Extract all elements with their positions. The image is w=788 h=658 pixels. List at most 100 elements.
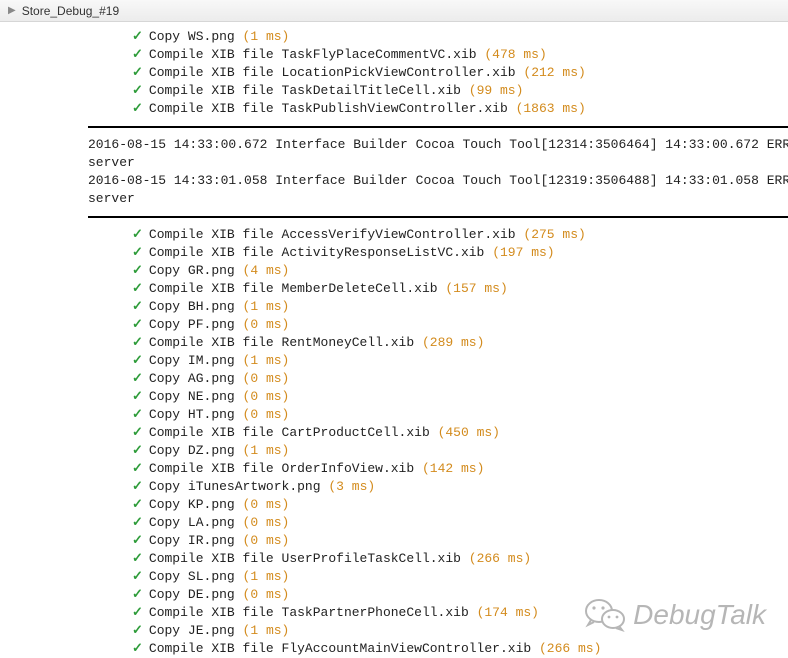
log-row: ✓ Copy GR.png (4 ms)	[0, 262, 788, 280]
check-icon: ✓	[132, 245, 143, 260]
log-row: ✓Copy LA.png (0 ms)	[0, 514, 788, 532]
log-row: ✓ Copy PF.png (0 ms)	[0, 316, 788, 334]
check-icon: ✓	[132, 623, 143, 638]
check-icon: ✓	[132, 371, 143, 386]
log-time: (1 ms)	[243, 623, 290, 638]
check-icon: ✓	[132, 335, 143, 350]
error-line: server	[88, 190, 788, 208]
log-label: Copy WS.png	[149, 29, 235, 44]
log-time: (4 ms)	[243, 263, 290, 278]
log-section-1: ✓Copy WS.png (1 ms) ✓Compile XIB file Ta…	[0, 28, 788, 118]
log-time: (289 ms)	[422, 335, 484, 350]
log-time: (99 ms)	[469, 83, 524, 98]
log-row: ✓ Compile XIB file LocationPickViewContro…	[0, 64, 788, 82]
log-label: Compile XIB file ActivityResponseListVC.…	[149, 245, 484, 260]
log-time: (1 ms)	[243, 299, 290, 314]
log-row: ✓Copy HT.png (0 ms)	[0, 406, 788, 424]
check-icon: ✓	[132, 479, 143, 494]
watermark-text: DebugTalk	[633, 599, 766, 631]
log-time: (0 ms)	[243, 533, 290, 548]
log-label: Copy IM.png	[149, 353, 235, 368]
log-time: (0 ms)	[243, 587, 290, 602]
log-time: (142 ms)	[422, 461, 484, 476]
log-row: ✓Copy AG.png (0 ms)	[0, 370, 788, 388]
log-row: ✓ Compile XIB file RentMoneyCell.xib (289…	[0, 334, 788, 352]
check-icon: ✓	[132, 317, 143, 332]
log-row: ✓Compile XIB file CartProductCell.xib (4…	[0, 424, 788, 442]
check-icon: ✓	[132, 83, 143, 98]
log-label: Copy PF.png	[149, 317, 235, 332]
check-icon: ✓	[132, 47, 143, 62]
check-icon: ✓	[132, 551, 143, 566]
error-line: 2016-08-15 14:33:00.672 Interface Builde…	[88, 136, 788, 154]
log-row: ✓ Compile XIB file ActivityResponseListVC…	[0, 244, 788, 262]
log-time: (266 ms)	[469, 551, 531, 566]
check-icon: ✓	[132, 281, 143, 296]
watermark: DebugTalk	[585, 598, 766, 632]
log-row: ✓Compile XIB file UserProfileTaskCell.xi…	[0, 550, 788, 568]
log-label: Compile XIB file FlyAccountMainViewContr…	[149, 641, 531, 656]
check-icon: ✓	[132, 389, 143, 404]
log-time: (275 ms)	[523, 227, 585, 242]
check-icon: ✓	[132, 497, 143, 512]
log-time: (0 ms)	[243, 515, 290, 530]
log-section-2: ✓ Compile XIB file AccessVerifyViewContro…	[0, 226, 788, 658]
log-time: (0 ms)	[243, 317, 290, 332]
log-time: (1 ms)	[243, 29, 290, 44]
log-label: Compile XIB file AccessVerifyViewControl…	[149, 227, 516, 242]
error-block: 2016-08-15 14:33:00.672 Interface Builde…	[0, 136, 788, 208]
log-label: Copy AG.png	[149, 371, 235, 386]
check-icon: ✓	[132, 227, 143, 242]
check-icon: ✓	[132, 263, 143, 278]
check-icon: ✓	[132, 29, 143, 44]
log-label: Compile XIB file RentMoneyCell.xib	[149, 335, 414, 350]
log-row: ✓ Copy iTunesArtwork.png (3 ms)	[0, 478, 788, 496]
log-label: Copy NE.png	[149, 389, 235, 404]
check-icon: ✓	[132, 587, 143, 602]
log-row: ✓Compile XIB file MemberDeleteCell.xib (…	[0, 280, 788, 298]
divider	[88, 216, 788, 218]
titlebar: ▶ Store_Debug_#19	[0, 0, 788, 22]
check-icon: ✓	[132, 641, 143, 656]
log-time: (1 ms)	[243, 569, 290, 584]
check-icon: ✓	[132, 353, 143, 368]
log-time: (0 ms)	[243, 497, 290, 512]
log-time: (0 ms)	[243, 407, 290, 422]
log-label: Copy HT.png	[149, 407, 235, 422]
log-row: ✓ Copy IM.png (1 ms)	[0, 352, 788, 370]
error-line: 2016-08-15 14:33:01.058 Interface Builde…	[88, 172, 788, 190]
log-label: Copy iTunesArtwork.png	[149, 479, 321, 494]
log-time: (1 ms)	[243, 443, 290, 458]
check-icon: ✓	[132, 443, 143, 458]
log-label: Copy SL.png	[149, 569, 235, 584]
log-label: Copy DE.png	[149, 587, 235, 602]
check-icon: ✓	[132, 101, 143, 116]
log-label: Compile XIB file LocationPickViewControl…	[149, 65, 516, 80]
log-row: ✓ Copy WS.png (1 ms)	[0, 28, 788, 46]
log-label: Copy IR.png	[149, 533, 235, 548]
log-time: (450 ms)	[438, 425, 500, 440]
check-icon: ✓	[132, 569, 143, 584]
build-log: ✓Copy WS.png (1 ms) ✓Compile XIB file Ta…	[0, 22, 788, 658]
log-label: Copy GR.png	[149, 263, 235, 278]
log-time: (0 ms)	[243, 389, 290, 404]
log-label: Compile XIB file TaskDetailTitleCell.xib	[149, 83, 461, 98]
log-row: ✓ Compile XIB file AccessVerifyViewContro…	[0, 226, 788, 244]
log-row: ✓Compile XIB file TaskPublishViewControl…	[0, 100, 788, 118]
log-label: Copy KP.png	[149, 497, 235, 512]
log-time: (3 ms)	[328, 479, 375, 494]
log-row: ✓ Copy IR.png (0 ms)	[0, 532, 788, 550]
log-row: ✓ Copy SL.png (1 ms)	[0, 568, 788, 586]
check-icon: ✓	[132, 65, 143, 80]
log-row: ✓Compile XIB file TaskFlyPlaceCommentVC.…	[0, 46, 788, 64]
log-row: ✓ Compile XIB file TaskDetailTitleCell.xi…	[0, 82, 788, 100]
log-label: Compile XIB file TaskPartnerPhoneCell.xi…	[149, 605, 469, 620]
log-row: ✓Compile XIB file OrderInfoView.xib (142…	[0, 460, 788, 478]
log-time: (1 ms)	[243, 353, 290, 368]
log-time: (197 ms)	[492, 245, 554, 260]
check-icon: ✓	[132, 533, 143, 548]
log-time: (174 ms)	[477, 605, 539, 620]
check-icon: ✓	[132, 605, 143, 620]
log-time: (266 ms)	[539, 641, 601, 656]
log-row: ✓ Copy KP.png (0 ms)	[0, 496, 788, 514]
